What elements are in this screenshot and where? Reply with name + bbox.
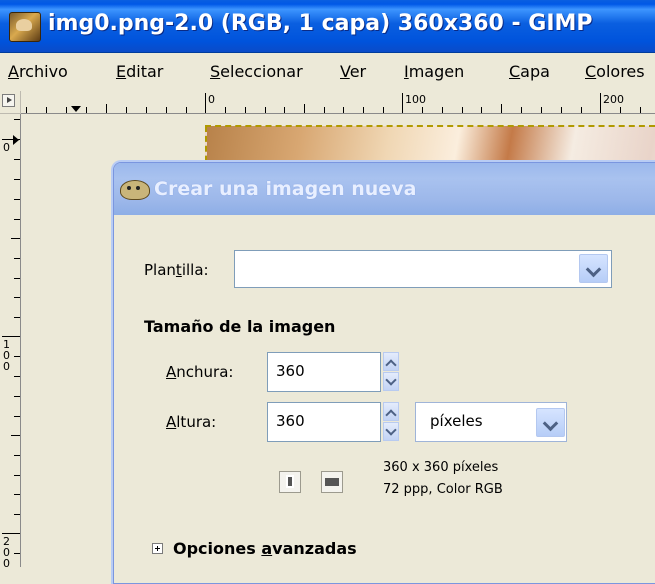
expand-plus-icon[interactable] [152,543,163,554]
spin-down-icon[interactable] [383,422,399,441]
template-combo[interactable] [234,250,612,288]
portrait-orientation-icon[interactable] [279,471,301,493]
spin-up-icon[interactable] [383,352,399,371]
horizontal-ruler[interactable]: 0 100 200 [21,91,655,114]
template-label: Plantilla: [144,261,209,279]
dialog-titlebar[interactable]: Crear una imagen nueva [114,163,655,215]
vruler-label-100: 100 [3,338,10,373]
chevron-down-icon[interactable] [579,254,608,283]
pointer-marker-icon [13,135,19,145]
menu-ver[interactable]: Ver [340,62,366,81]
width-value: 360 [276,362,305,380]
vertical-ruler[interactable]: 0 100 200 [0,114,21,567]
pointer-marker-icon [71,106,81,112]
spin-down-icon[interactable] [383,372,399,391]
window-titlebar[interactable]: img0.png-2.0 (RGB, 1 capa) 360x360 - GIM… [0,0,655,53]
width-spinner[interactable] [383,352,399,392]
dialog-title: Crear una imagen nueva [154,178,417,200]
width-label: Anchura: [166,363,234,381]
hruler-label-100: 100 [405,93,426,106]
chevron-down-icon[interactable] [536,408,565,437]
advanced-options-toggle[interactable]: Opciones avanzadas [173,539,357,558]
menu-editar[interactable]: Editar [116,62,163,81]
image-size-heading: Tamaño de la imagen [144,317,336,336]
height-input[interactable]: 360 [267,402,381,442]
horizontal-ruler-ticks [26,93,641,113]
menu-archivo[interactable]: Archivo [8,62,68,81]
image-info-size: 360 x 360 píxeles [383,460,499,475]
menu-imagen[interactable]: Imagen [404,62,464,81]
layer-boundary [205,125,655,127]
vruler-label-200: 200 [3,535,10,567]
hruler-label-200: 200 [603,93,624,106]
ruler-corner [0,91,21,114]
menu-seleccionar[interactable]: Seleccionar [210,62,303,81]
landscape-orientation-icon[interactable] [321,471,343,493]
menu-bar: Archivo Editar Seleccionar Ver Imagen Ca… [0,53,655,89]
unit-select[interactable]: píxeles [415,402,567,442]
window-title: img0.png-2.0 (RGB, 1 capa) 360x360 - GIM… [48,11,593,36]
unit-value: píxeles [430,412,483,430]
image-info-resolution: 72 ppp, Color RGB [383,482,503,497]
new-image-dialog: Crear una imagen nueva Plantilla: Tamaño… [113,162,655,584]
height-spinner[interactable] [383,402,399,442]
menu-capa[interactable]: Capa [509,62,550,81]
height-value: 360 [276,412,305,430]
vruler-label-0: 0 [3,141,10,154]
width-input[interactable]: 360 [267,352,381,392]
height-label: Altura: [166,413,217,431]
hruler-label-0: 0 [208,93,215,106]
image-thumbnail-icon [9,12,41,42]
menu-colores[interactable]: Colores [585,62,645,81]
quick-mask-toggle-icon[interactable] [2,94,15,107]
spin-up-icon[interactable] [383,402,399,421]
gimp-mascot-icon [120,180,150,200]
